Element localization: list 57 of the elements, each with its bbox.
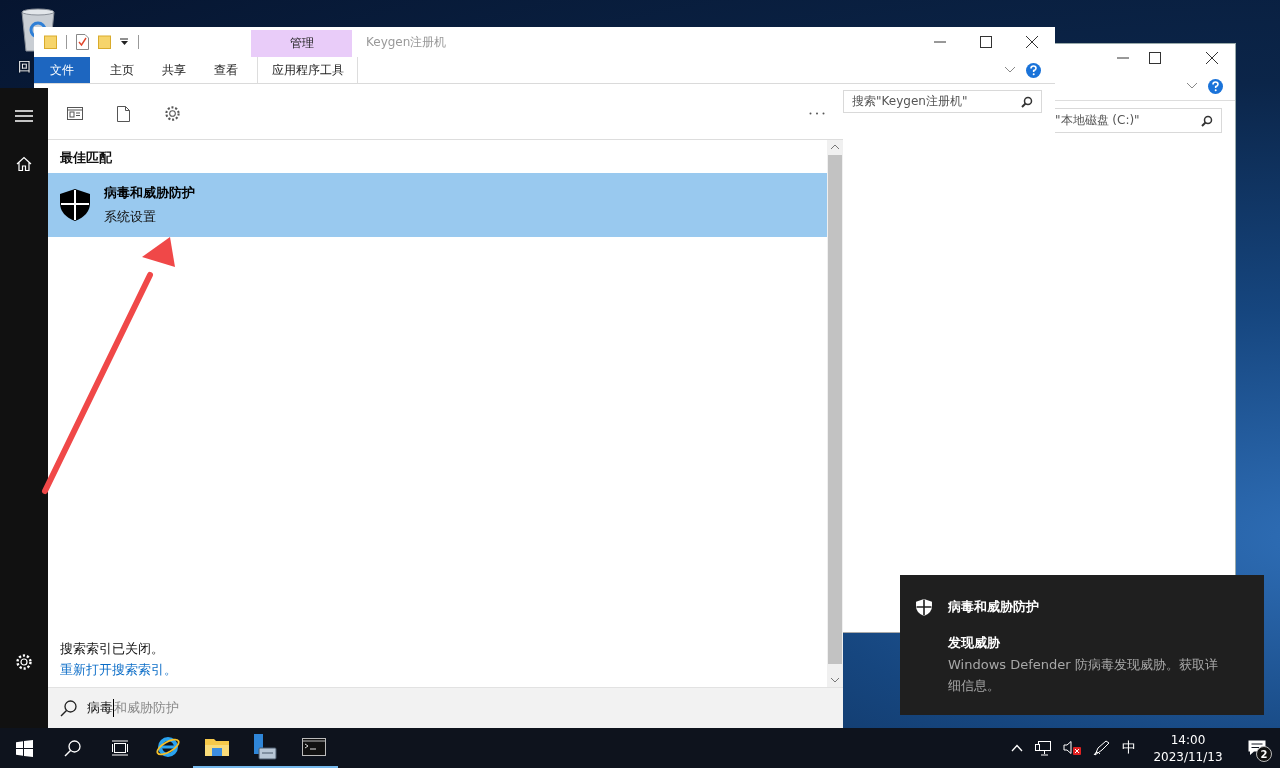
notification-toast[interactable]: 病毒和威胁防护 发现威胁 Windows Defender 防病毒发现威胁。获取详细信息。 xyxy=(900,575,1264,715)
document-icon[interactable] xyxy=(117,105,130,122)
notification-app: 病毒和威胁防护 xyxy=(948,598,1039,616)
scrollbar-thumb[interactable] xyxy=(828,155,842,664)
properties-icon[interactable] xyxy=(76,34,89,50)
reopen-index-link[interactable]: 重新打开搜索索引。 xyxy=(48,658,189,679)
shield-icon xyxy=(916,598,932,616)
help-icon[interactable] xyxy=(1026,62,1041,78)
result-subtitle: 系统设置 xyxy=(104,208,157,226)
shield-icon xyxy=(60,189,90,221)
index-notice: 搜索索引已关闭。 xyxy=(59,640,165,658)
start-icon[interactable] xyxy=(15,739,33,757)
notification-message: Windows Defender 防病毒发现威胁。获取详细信息。 xyxy=(948,656,1219,695)
ribbon-tab[interactable]: 共享 xyxy=(148,57,200,83)
result-title: 病毒和威胁防护 xyxy=(104,184,195,202)
chevron-up-icon[interactable] xyxy=(1011,744,1023,752)
settings-icon[interactable] xyxy=(164,105,181,122)
search-field[interactable]: "本地磁盘 (C:)" xyxy=(1055,108,1222,133)
browser-icon xyxy=(156,735,181,759)
search-icon[interactable] xyxy=(63,739,81,757)
search-result[interactable]: 病毒和威胁防护 系统设置 xyxy=(48,173,827,237)
search-field[interactable]: 搜索"Keygen注册机" xyxy=(843,90,1042,113)
contextual-tab[interactable]: 应用程序工具 xyxy=(257,57,358,83)
pen-icon[interactable] xyxy=(1093,740,1110,756)
notification-count-badge: 2 xyxy=(1256,746,1272,762)
apps-icon[interactable] xyxy=(67,107,83,120)
window-title: Keygen注册机 xyxy=(365,33,448,51)
action-center-button[interactable]: 2 xyxy=(1242,733,1272,763)
search-icon xyxy=(1021,95,1033,108)
scrollbar[interactable] xyxy=(827,140,843,687)
help-icon[interactable] xyxy=(1208,78,1223,94)
home-icon[interactable] xyxy=(16,156,32,172)
dropdown-icon[interactable] xyxy=(120,38,129,46)
terminal-icon xyxy=(301,738,326,756)
search-field[interactable]: 病毒和威胁防护 xyxy=(48,687,843,728)
folder-icon xyxy=(204,737,229,757)
chevron-down-icon[interactable] xyxy=(1004,66,1016,74)
file-tab[interactable]: 文件 xyxy=(34,57,90,83)
search-icon xyxy=(1201,114,1213,127)
more-icon[interactable] xyxy=(809,112,825,115)
desktop-icon-label: 回 xyxy=(18,58,31,76)
input-method-indicator[interactable]: 中 xyxy=(1122,739,1136,757)
clock[interactable]: 14:00 2023/11/13 xyxy=(1152,732,1224,764)
ribbon-tab[interactable]: 主页 xyxy=(96,57,148,83)
search-icon xyxy=(60,699,77,717)
context-tab-group: 管理 xyxy=(251,30,352,57)
ribbon-tab[interactable]: 查看 xyxy=(200,57,252,83)
task-view-icon[interactable] xyxy=(111,740,129,756)
volume-muted-icon[interactable] xyxy=(1063,740,1081,756)
network-icon[interactable] xyxy=(1035,740,1051,756)
server-icon xyxy=(253,734,278,760)
menu-icon[interactable] xyxy=(15,110,33,122)
section-title: 最佳匹配 xyxy=(59,149,113,167)
scroll-down-icon[interactable] xyxy=(830,677,840,683)
notification-title: 发现威胁 xyxy=(948,634,1001,652)
chevron-down-icon[interactable] xyxy=(1186,82,1198,90)
scroll-up-icon[interactable] xyxy=(830,144,840,150)
